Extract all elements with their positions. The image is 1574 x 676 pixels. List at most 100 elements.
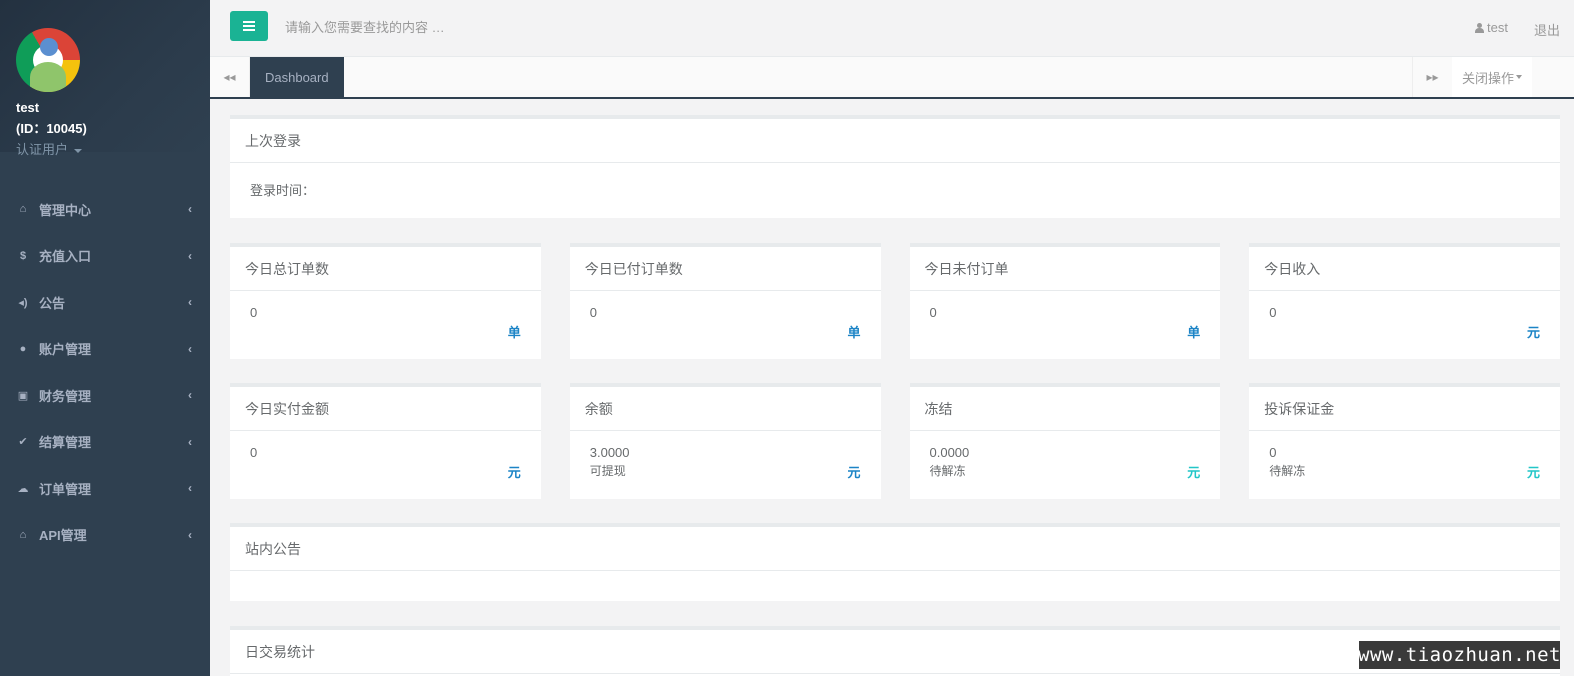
tab-scroll-right-button[interactable]: ▸▸ (1412, 57, 1452, 97)
sidebar-item-orders[interactable]: ☁ 订单管理 ‹ (0, 465, 210, 512)
stat-subtext: 待解冻 (929, 464, 966, 478)
user-icon (1475, 23, 1485, 33)
profile-username: test (16, 100, 40, 115)
sidebar-item-label: 充值入口 (39, 249, 92, 265)
sidebar-item-label: 管理中心 (39, 202, 92, 218)
stat-title: 余额 (569, 387, 881, 431)
sidebar-item-finance[interactable]: ▣ 财务管理 ‹ (0, 372, 210, 419)
profile-role-dropdown[interactable]: 认证用户 (16, 139, 194, 158)
stat-card: 今日已付订单数 0 单 (569, 243, 881, 359)
chevron-left-icon: ‹ (188, 388, 192, 403)
caret-down-icon (74, 148, 83, 153)
sidebar-item-settlement[interactable]: ✔ 结算管理 ‹ (0, 419, 210, 466)
stat-title: 今日未付订单 (909, 247, 1221, 291)
sidebar-item-label: 财务管理 (39, 388, 92, 404)
stat-value: 0 (250, 305, 258, 320)
top-navbar: test 退出 (210, 0, 1574, 57)
stat-title: 今日总订单数 (230, 247, 541, 291)
last-login-panel: 上次登录 登录时间： (230, 115, 1560, 218)
chevron-left-icon: ‹ (188, 434, 192, 449)
stat-card: 今日总订单数 0 单 (230, 243, 541, 359)
stat-card: 投诉保证金 0 待解冻 元 (1249, 383, 1560, 499)
user-menu-link[interactable]: test (1475, 20, 1508, 35)
stat-title: 今日收入 (1249, 247, 1560, 291)
stat-unit: 单 (507, 325, 521, 340)
sidebar-item-recharge[interactable]: $ 充值入口 ‹ (0, 233, 210, 280)
chevron-left-icon: ‹ (188, 481, 192, 496)
caret-down-icon (1516, 75, 1522, 79)
stat-unit: 单 (1187, 325, 1201, 340)
stat-title: 今日已付订单数 (569, 247, 881, 291)
stat-value: 0 (1269, 305, 1277, 320)
stat-value: 0.0000 (929, 445, 970, 460)
stat-card: 冻结 0.0000 待解冻 元 (909, 383, 1221, 499)
chevron-left-icon: ‹ (188, 202, 192, 217)
sidebar-item-label: API管理 (39, 528, 87, 544)
tab-dashboard[interactable]: Dashboard (250, 57, 344, 97)
home-icon: ⌂ (19, 203, 27, 216)
close-tabs-dropdown[interactable]: 关闭操作 (1452, 57, 1532, 97)
sidebar-item-dashboard[interactable]: ⌂ 管理中心 ‹ (0, 186, 210, 233)
main-content: 上次登录 登录时间： 今日总订单数 0 单 今日已付订单数 0 单 今日未付订单 0… (230, 115, 1560, 676)
sidebar-item-label: 结算管理 (39, 435, 92, 451)
backward-icon: ◂◂ (223, 70, 236, 84)
chevron-left-icon: ‹ (188, 295, 192, 310)
stat-subtext: 可提现 (589, 464, 626, 478)
panel-title: 上次登录 (230, 119, 1560, 163)
stat-value: 3.0000 (589, 445, 630, 460)
hamburger-icon (243, 21, 255, 31)
sidebar-nav: ⌂ 管理中心 ‹ $ 充值入口 ‹ ◂) 公告 ‹ ● 账户管理 ‹ ▣ 财务管理 ‹ ✔ 结算管理 ‹… (0, 186, 210, 558)
stat-card: 今日收入 0 元 (1249, 243, 1560, 359)
stat-value: 0 (589, 305, 597, 320)
panel-title: 站内公告 (230, 527, 1560, 571)
logout-link[interactable]: 退出 (1534, 20, 1560, 39)
stat-unit: 元 (1526, 465, 1540, 480)
sidebar-item-label: 订单管理 (39, 481, 92, 497)
forward-icon: ▸▸ (1426, 70, 1439, 84)
stat-subtext: 待解冻 (1269, 464, 1306, 478)
chevron-left-icon: ‹ (188, 341, 192, 356)
tabs-bar: ◂◂ Dashboard ▸▸ 关闭操作 (210, 57, 1574, 99)
sidebar-item-account[interactable]: ● 账户管理 ‹ (0, 326, 210, 373)
user-name: test (1487, 20, 1508, 35)
chevron-left-icon: ‹ (188, 248, 192, 263)
tab-scroll-left-button[interactable]: ◂◂ (210, 57, 250, 97)
stat-value: 0 (1269, 445, 1277, 460)
volume-icon: ◂) (18, 296, 28, 309)
sidebar: test (ID：10045) 认证用户 ⌂ 管理中心 ‹ $ 充值入口 ‹ ◂) 公告 ‹… (0, 0, 210, 676)
profile-panel: test (ID：10045) 认证用户 (0, 0, 210, 157)
stat-unit: 元 (507, 465, 521, 480)
avatar[interactable] (16, 28, 80, 92)
profile-id: (ID：10045) (16, 121, 87, 136)
close-tabs-label: 关闭操作 (1461, 70, 1514, 86)
sidebar-item-api[interactable]: ⌂ API管理 ‹ (0, 512, 210, 559)
sidebar-item-label: 账户管理 (39, 342, 92, 358)
stat-unit: 元 (1526, 325, 1540, 340)
sidebar-item-announcement[interactable]: ◂) 公告 ‹ (0, 279, 210, 326)
stat-card: 今日实付金额 0 元 (230, 383, 541, 499)
watermark: www.tiaozhuan.net (1358, 641, 1560, 669)
stat-title: 今日实付金额 (230, 387, 541, 431)
user-icon: ● (19, 342, 27, 355)
cloud-icon: ☁ (17, 482, 29, 495)
stats-row-balance: 今日实付金额 0 元 余额 3.0000 可提现 元 冻结 0.0000 待解冻 元 投诉… (230, 383, 1560, 499)
stat-value: 0 (250, 445, 258, 460)
stats-row-orders: 今日总订单数 0 单 今日已付订单数 0 单 今日未付订单 0 单 今日收入 0 元 (230, 243, 1560, 359)
stat-card: 今日未付订单 0 单 (909, 243, 1221, 359)
sidebar-toggle-button[interactable] (230, 11, 268, 41)
stat-unit: 元 (847, 465, 861, 480)
profile-role-label: 认证用户 (16, 142, 69, 157)
money-icon: ▣ (17, 389, 29, 402)
search-input[interactable] (285, 14, 685, 40)
login-time-label: 登录时间： (250, 183, 316, 198)
stat-value: 0 (929, 305, 937, 320)
dollar-icon: $ (19, 249, 27, 262)
stat-unit: 元 (1187, 465, 1201, 480)
stat-title: 投诉保证金 (1249, 387, 1560, 431)
chevron-left-icon: ‹ (188, 527, 192, 542)
sidebar-item-label: 公告 (39, 295, 66, 311)
bank-icon: ⌂ (19, 528, 27, 541)
stat-title: 冻结 (909, 387, 1221, 431)
stat-unit: 单 (847, 325, 861, 340)
check-icon: ✔ (18, 436, 28, 449)
